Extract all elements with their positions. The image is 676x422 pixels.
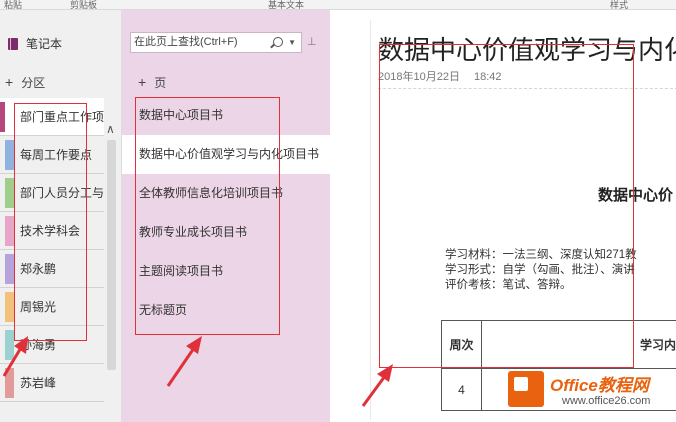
annotation-arrow — [2, 336, 28, 377]
table-cell[interactable]: 4 — [441, 368, 482, 411]
chevron-up-icon[interactable]: ∧ — [106, 122, 115, 136]
annotation-box — [135, 97, 280, 335]
plus-icon: + — [5, 74, 14, 90]
annotation-arrow — [166, 336, 202, 387]
annotation-box — [379, 44, 634, 368]
chevron-down-icon[interactable]: ▼ — [288, 33, 296, 52]
watermark-title: Office教程网 — [550, 376, 649, 395]
search-input[interactable]: 在此页上查找(Ctrl+F) ▼ — [130, 32, 302, 53]
search-icon[interactable] — [273, 37, 283, 47]
watermark-url: www.office26.com — [562, 395, 651, 407]
notebook-icon — [8, 37, 18, 50]
add-section-button[interactable]: + 分区 — [5, 74, 45, 91]
pin-icon[interactable]: ⊥ — [307, 35, 317, 48]
notebook-label: 笔记本 — [26, 37, 63, 51]
plus-icon: + — [138, 74, 147, 90]
search-placeholder: 在此页上查找(Ctrl+F) — [134, 36, 238, 48]
office-logo-icon — [508, 371, 544, 407]
section-scrollbar[interactable] — [107, 140, 116, 370]
annotation-box — [14, 103, 87, 341]
annotation-arrow — [361, 364, 393, 407]
ribbon-strip: 粘贴 剪贴板 基本文本 样式 — [0, 0, 676, 10]
add-page-button[interactable]: + 页 — [138, 74, 166, 91]
notebook-title[interactable]: 笔记本 — [8, 35, 62, 52]
add-page-label: 页 — [154, 76, 167, 90]
watermark: Office教程网 www.office26.com — [504, 367, 674, 415]
add-section-label: 分区 — [21, 76, 46, 90]
